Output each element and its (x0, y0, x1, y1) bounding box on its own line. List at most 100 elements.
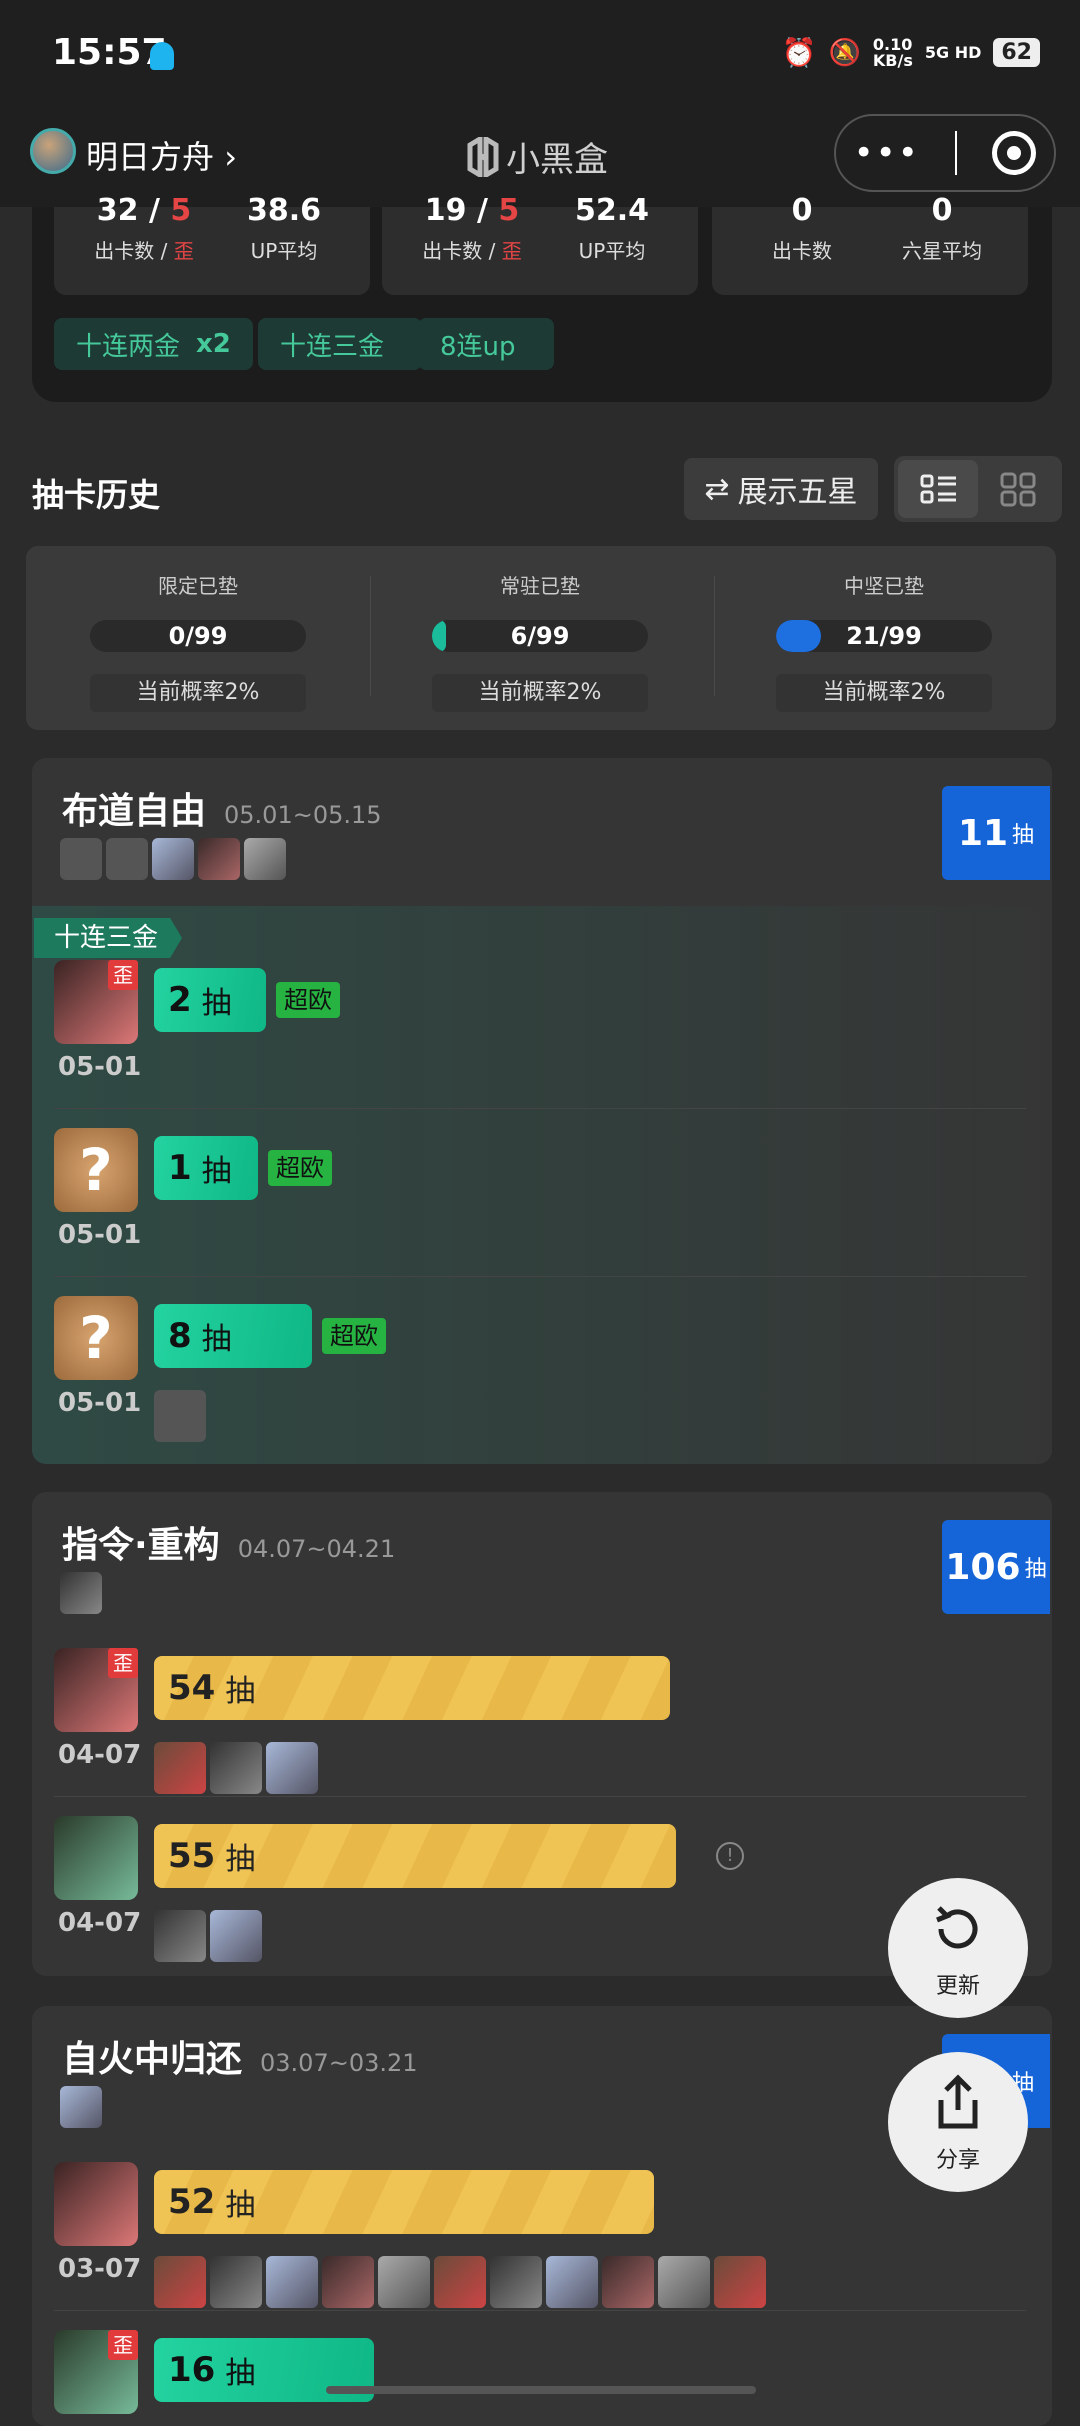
summary-count-label: 出卡数 / 歪 (94, 239, 194, 263)
off-banner-badge: 歪 (108, 960, 138, 990)
pull-date: 03-07 (58, 2254, 142, 2284)
pull-count-bar: 1抽 (154, 1136, 258, 1200)
banner-dates: 05.01~05.15 (224, 801, 382, 829)
brand-title: 小黑盒 (466, 132, 608, 181)
summary-box: 0 0 出卡数 六星平均 (712, 193, 1028, 295)
banner-header: 自火中归还 03.07~03.21 (62, 2030, 418, 2082)
empty-slot (154, 1390, 206, 1442)
operator-avatar (198, 838, 240, 880)
operator-avatar (154, 2256, 206, 2308)
more-icon[interactable]: ••• (854, 133, 920, 173)
summary-up-label: UP平均 (250, 239, 318, 263)
banner-pull-count: 106 抽 (942, 1520, 1050, 1614)
unknown-operator-avatar[interactable]: ? (54, 1296, 138, 1380)
summary-count-label: 出卡数 (772, 239, 832, 263)
achievement-tag: 十连三金 (258, 318, 423, 370)
summary-box: 19 / 5 52.4 出卡数 / 歪 UP平均 (382, 193, 698, 295)
list-view-button[interactable] (898, 460, 978, 518)
pity-progress-bar: 6/99 (432, 620, 648, 652)
info-icon[interactable]: ! (716, 1842, 744, 1870)
banner-dates: 03.07~03.21 (260, 2049, 418, 2077)
refresh-label: 更新 (935, 1974, 980, 1999)
grid-view-button[interactable] (980, 460, 1058, 518)
pity-label: 中坚已垫 (844, 574, 924, 598)
section-title: 抽卡历史 (32, 476, 161, 514)
four-star-row (154, 1910, 262, 1962)
unknown-operator-avatar[interactable]: ? (54, 1128, 138, 1212)
refresh-icon (936, 1906, 978, 1949)
summary-count-label: 出卡数 / 歪 (422, 239, 522, 263)
notification-icon (150, 42, 174, 70)
entry-divider (54, 2310, 1026, 2311)
status-icons: ⏰ 🔕 0.10 KB/s 5G HD 62 (782, 36, 1040, 69)
share-icon (938, 2074, 978, 2129)
banner-dates: 04.07~04.21 (237, 1535, 396, 1563)
four-star-row (154, 1742, 318, 1794)
operator-avatar[interactable] (54, 1816, 138, 1900)
banner-title: 自火中归还 (62, 2039, 243, 2080)
four-star-row (154, 1390, 206, 1442)
banner-five-star-row (60, 838, 286, 880)
list-icon (920, 474, 956, 504)
pull-date: 05-01 (58, 1388, 142, 1418)
banner-title: 布道自由 (62, 791, 207, 832)
share-button[interactable]: 分享 (888, 2052, 1028, 2192)
pull-date: 04-07 (58, 1740, 142, 1770)
operator-avatar (210, 2256, 262, 2308)
pity-rate: 当前概率2% (776, 674, 992, 712)
net-speed: 0.10 KB/s (872, 34, 913, 70)
pity-label: 常驻已垫 (500, 574, 580, 598)
signal-icon: 5G HD (924, 43, 982, 62)
pull-count-bar: 54 抽 (154, 1656, 670, 1720)
pity-progress-bar: 0/99 (90, 620, 306, 652)
share-label: 分享 (935, 2148, 980, 2173)
operator-avatar (210, 1742, 262, 1794)
lucky-badge: 超欧 (268, 1150, 332, 1186)
pity-rate: 当前概率2% (432, 674, 648, 712)
operator-avatar (658, 2256, 710, 2308)
banner-five-star-row (60, 2086, 102, 2128)
off-banner-badge: 歪 (108, 2330, 138, 2360)
close-target-icon[interactable] (992, 131, 1037, 175)
pity-divider (370, 576, 371, 696)
show-five-star-button[interactable]: ⇄ 展示五星 (684, 458, 878, 520)
capsule-divider (955, 131, 958, 175)
summary-count: 0 (791, 193, 813, 228)
operator-avatar (154, 1910, 206, 1962)
off-banner-badge: 歪 (108, 1648, 138, 1678)
operator-avatar (378, 2256, 430, 2308)
pull-date: 04-07 (58, 1908, 142, 1938)
refresh-button[interactable]: 更新 (888, 1878, 1028, 2018)
alarm-icon: ⏰ (781, 36, 817, 69)
pull-count-bar: 52 抽 (154, 2170, 654, 2234)
achievement-tag: 十连两金 x2 (54, 318, 253, 370)
operator-avatar (152, 838, 194, 880)
operator-avatar (154, 1742, 206, 1794)
summary-count: 19 / 5 (424, 193, 520, 228)
brand-logo-icon (467, 136, 499, 177)
entry-divider (54, 1796, 1026, 1797)
banner-header: 布道自由 05.01~05.15 (62, 782, 382, 834)
operator-avatar (434, 2256, 486, 2308)
operator-avatar (60, 1572, 102, 1614)
ten-pull-tag: 十连三金 (34, 918, 183, 958)
pull-count-bar: 8抽 (154, 1304, 312, 1368)
operator-avatar[interactable] (54, 2162, 138, 2246)
summary-up-avg: 52.4 (574, 193, 650, 228)
view-toggle (894, 456, 1062, 522)
pity-progress-bar: 21/99 (776, 620, 992, 652)
banner-header: 指令·重构 04.07~04.21 (62, 1516, 395, 1568)
lucky-badge: 超欧 (322, 1318, 386, 1354)
entry-divider (54, 1276, 1026, 1277)
pull-date: 05-01 (58, 1052, 142, 1082)
app-name-link[interactable]: 明日方舟 › (86, 132, 237, 178)
operator-avatar (546, 2256, 598, 2308)
operator-avatar (60, 2086, 102, 2128)
pull-count-bar: 2抽 (154, 968, 266, 1032)
empty-slot (106, 838, 148, 880)
operator-avatar (490, 2256, 542, 2308)
miniprogram-capsule: ••• (834, 114, 1056, 192)
app-avatar[interactable] (30, 128, 76, 174)
banner-title: 指令·重构 (62, 1525, 220, 1566)
achievement-tag: 8连up (418, 318, 554, 370)
